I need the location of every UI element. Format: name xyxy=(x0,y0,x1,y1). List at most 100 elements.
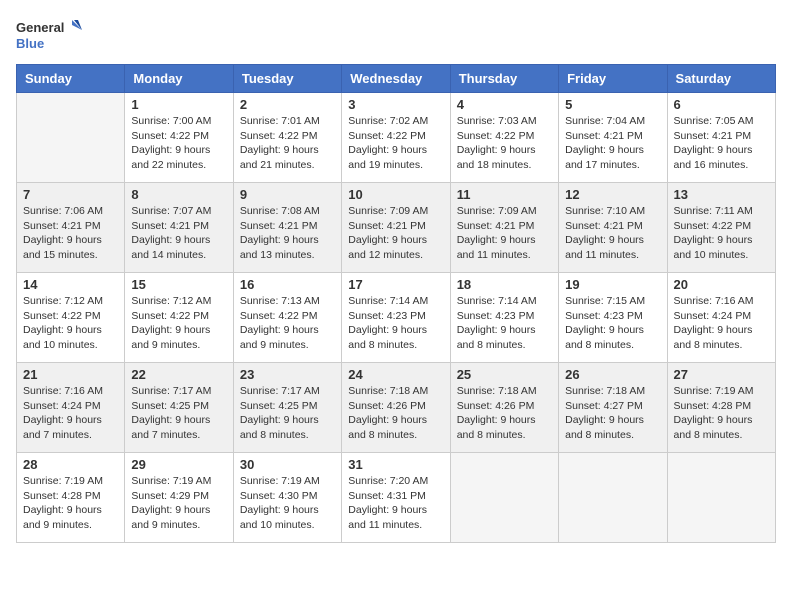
calendar-cell: 28Sunrise: 7:19 AMSunset: 4:28 PMDayligh… xyxy=(17,453,125,543)
day-info: Sunrise: 7:17 AMSunset: 4:25 PMDaylight:… xyxy=(240,384,335,443)
day-number: 30 xyxy=(240,457,335,472)
logo-icon: General Blue xyxy=(16,16,86,56)
calendar-cell: 6Sunrise: 7:05 AMSunset: 4:21 PMDaylight… xyxy=(667,93,775,183)
calendar-cell: 19Sunrise: 7:15 AMSunset: 4:23 PMDayligh… xyxy=(559,273,667,363)
calendar-cell: 17 Sunrise: 7:14 AMSunset: 4:23 PMDayligh… xyxy=(342,273,450,363)
day-info: Sunrise: 7:12 AMSunset: 4:22 PMDaylight:… xyxy=(131,294,226,353)
calendar-cell: 20Sunrise: 7:16 AMSunset: 4:24 PMDayligh… xyxy=(667,273,775,363)
day-number: 8 xyxy=(131,187,226,202)
day-number: 28 xyxy=(23,457,118,472)
day-header-saturday: Saturday xyxy=(667,65,775,93)
day-number: 15 xyxy=(131,277,226,292)
day-number: 7 xyxy=(23,187,118,202)
calendar-week-row: 7 Sunrise: 7:06 AMSunset: 4:21 PMDaylight… xyxy=(17,183,776,273)
day-header-monday: Monday xyxy=(125,65,233,93)
day-info: Sunrise: 7:18 AMSunset: 4:26 PMDaylight:… xyxy=(457,384,552,443)
day-info: Sunrise: 7:14 AMSunset: 4:23 PMDaylight:… xyxy=(457,294,552,353)
svg-text:Blue: Blue xyxy=(16,36,44,51)
day-info: Sunrise: 7:16 AMSunset: 4:24 PMDaylight:… xyxy=(23,384,118,443)
day-number: 3 xyxy=(348,97,443,112)
day-header-tuesday: Tuesday xyxy=(233,65,341,93)
day-number: 9 xyxy=(240,187,335,202)
calendar-cell xyxy=(450,453,558,543)
day-number: 11 xyxy=(457,187,552,202)
day-info: Sunrise: 7:14 AMSunset: 4:23 PMDaylight:… xyxy=(348,294,443,353)
calendar-cell: 18 Sunrise: 7:14 AMSunset: 4:23 PMDayligh… xyxy=(450,273,558,363)
day-info: Sunrise: 7:06 AMSunset: 4:21 PMDaylight:… xyxy=(23,204,118,263)
day-info: Sunrise: 7:00 AMSunset: 4:22 PMDaylight:… xyxy=(131,114,226,173)
day-info: Sunrise: 7:03 AMSunset: 4:22 PMDaylight:… xyxy=(457,114,552,173)
day-number: 31 xyxy=(348,457,443,472)
calendar-cell: 25 Sunrise: 7:18 AMSunset: 4:26 PMDayligh… xyxy=(450,363,558,453)
day-number: 23 xyxy=(240,367,335,382)
svg-text:General: General xyxy=(16,20,64,35)
calendar-cell: 3 Sunrise: 7:02 AMSunset: 4:22 PMDaylight… xyxy=(342,93,450,183)
day-info: Sunrise: 7:02 AMSunset: 4:22 PMDaylight:… xyxy=(348,114,443,173)
day-number: 25 xyxy=(457,367,552,382)
day-number: 4 xyxy=(457,97,552,112)
day-number: 14 xyxy=(23,277,118,292)
day-header-friday: Friday xyxy=(559,65,667,93)
day-info: Sunrise: 7:10 AMSunset: 4:21 PMDaylight:… xyxy=(565,204,660,263)
calendar-cell: 5 Sunrise: 7:04 AMSunset: 4:21 PMDaylight… xyxy=(559,93,667,183)
day-info: Sunrise: 7:19 AMSunset: 4:28 PMDaylight:… xyxy=(674,384,769,443)
day-number: 13 xyxy=(674,187,769,202)
day-info: Sunrise: 7:17 AMSunset: 4:25 PMDaylight:… xyxy=(131,384,226,443)
day-info: Sunrise: 7:08 AMSunset: 4:21 PMDaylight:… xyxy=(240,204,335,263)
day-number: 27 xyxy=(674,367,769,382)
day-info: Sunrise: 7:19 AMSunset: 4:30 PMDaylight:… xyxy=(240,474,335,533)
day-number: 22 xyxy=(131,367,226,382)
day-number: 20 xyxy=(674,277,769,292)
day-number: 19 xyxy=(565,277,660,292)
calendar-cell: 23 Sunrise: 7:17 AMSunset: 4:25 PMDayligh… xyxy=(233,363,341,453)
calendar-table: SundayMondayTuesdayWednesdayThursdayFrid… xyxy=(16,64,776,543)
calendar-week-row: 14 Sunrise: 7:12 AMSunset: 4:22 PMDayligh… xyxy=(17,273,776,363)
day-number: 18 xyxy=(457,277,552,292)
day-header-sunday: Sunday xyxy=(17,65,125,93)
calendar-cell xyxy=(17,93,125,183)
calendar-cell: 29Sunrise: 7:19 AMSunset: 4:29 PMDayligh… xyxy=(125,453,233,543)
calendar-cell: 1Sunrise: 7:00 AMSunset: 4:22 PMDaylight… xyxy=(125,93,233,183)
day-info: Sunrise: 7:19 AMSunset: 4:29 PMDaylight:… xyxy=(131,474,226,533)
day-info: Sunrise: 7:18 AMSunset: 4:27 PMDaylight:… xyxy=(565,384,660,443)
calendar-week-row: 21 Sunrise: 7:16 AMSunset: 4:24 PMDayligh… xyxy=(17,363,776,453)
day-info: Sunrise: 7:12 AMSunset: 4:22 PMDaylight:… xyxy=(23,294,118,353)
day-number: 16 xyxy=(240,277,335,292)
calendar-cell: 15 Sunrise: 7:12 AMSunset: 4:22 PMDayligh… xyxy=(125,273,233,363)
day-number: 2 xyxy=(240,97,335,112)
calendar-cell: 14 Sunrise: 7:12 AMSunset: 4:22 PMDayligh… xyxy=(17,273,125,363)
calendar-cell xyxy=(667,453,775,543)
calendar-cell: 7 Sunrise: 7:06 AMSunset: 4:21 PMDaylight… xyxy=(17,183,125,273)
calendar-header-row: SundayMondayTuesdayWednesdayThursdayFrid… xyxy=(17,65,776,93)
day-info: Sunrise: 7:11 AMSunset: 4:22 PMDaylight:… xyxy=(674,204,769,263)
calendar-cell: 8 Sunrise: 7:07 AMSunset: 4:21 PMDaylight… xyxy=(125,183,233,273)
day-info: Sunrise: 7:05 AMSunset: 4:21 PMDaylight:… xyxy=(674,114,769,173)
calendar-cell: 11Sunrise: 7:09 AMSunset: 4:21 PMDayligh… xyxy=(450,183,558,273)
day-number: 24 xyxy=(348,367,443,382)
day-info: Sunrise: 7:07 AMSunset: 4:21 PMDaylight:… xyxy=(131,204,226,263)
calendar-cell: 9 Sunrise: 7:08 AMSunset: 4:21 PMDaylight… xyxy=(233,183,341,273)
calendar-cell: 2 Sunrise: 7:01 AMSunset: 4:22 PMDaylight… xyxy=(233,93,341,183)
day-info: Sunrise: 7:18 AMSunset: 4:26 PMDaylight:… xyxy=(348,384,443,443)
day-number: 26 xyxy=(565,367,660,382)
calendar-cell: 27 Sunrise: 7:19 AMSunset: 4:28 PMDayligh… xyxy=(667,363,775,453)
day-info: Sunrise: 7:20 AMSunset: 4:31 PMDaylight:… xyxy=(348,474,443,533)
calendar-week-row: 1Sunrise: 7:00 AMSunset: 4:22 PMDaylight… xyxy=(17,93,776,183)
day-number: 12 xyxy=(565,187,660,202)
day-number: 17 xyxy=(348,277,443,292)
calendar-cell xyxy=(559,453,667,543)
calendar-cell: 10Sunrise: 7:09 AMSunset: 4:21 PMDayligh… xyxy=(342,183,450,273)
calendar-cell: 16 Sunrise: 7:13 AMSunset: 4:22 PMDayligh… xyxy=(233,273,341,363)
day-header-thursday: Thursday xyxy=(450,65,558,93)
logo: General Blue xyxy=(16,16,86,56)
day-info: Sunrise: 7:01 AMSunset: 4:22 PMDaylight:… xyxy=(240,114,335,173)
calendar-cell: 22 Sunrise: 7:17 AMSunset: 4:25 PMDayligh… xyxy=(125,363,233,453)
day-info: Sunrise: 7:13 AMSunset: 4:22 PMDaylight:… xyxy=(240,294,335,353)
day-number: 5 xyxy=(565,97,660,112)
day-info: Sunrise: 7:04 AMSunset: 4:21 PMDaylight:… xyxy=(565,114,660,173)
day-number: 21 xyxy=(23,367,118,382)
calendar-cell: 31 Sunrise: 7:20 AMSunset: 4:31 PMDayligh… xyxy=(342,453,450,543)
page-header: General Blue xyxy=(16,16,776,56)
calendar-cell: 21 Sunrise: 7:16 AMSunset: 4:24 PMDayligh… xyxy=(17,363,125,453)
day-number: 10 xyxy=(348,187,443,202)
